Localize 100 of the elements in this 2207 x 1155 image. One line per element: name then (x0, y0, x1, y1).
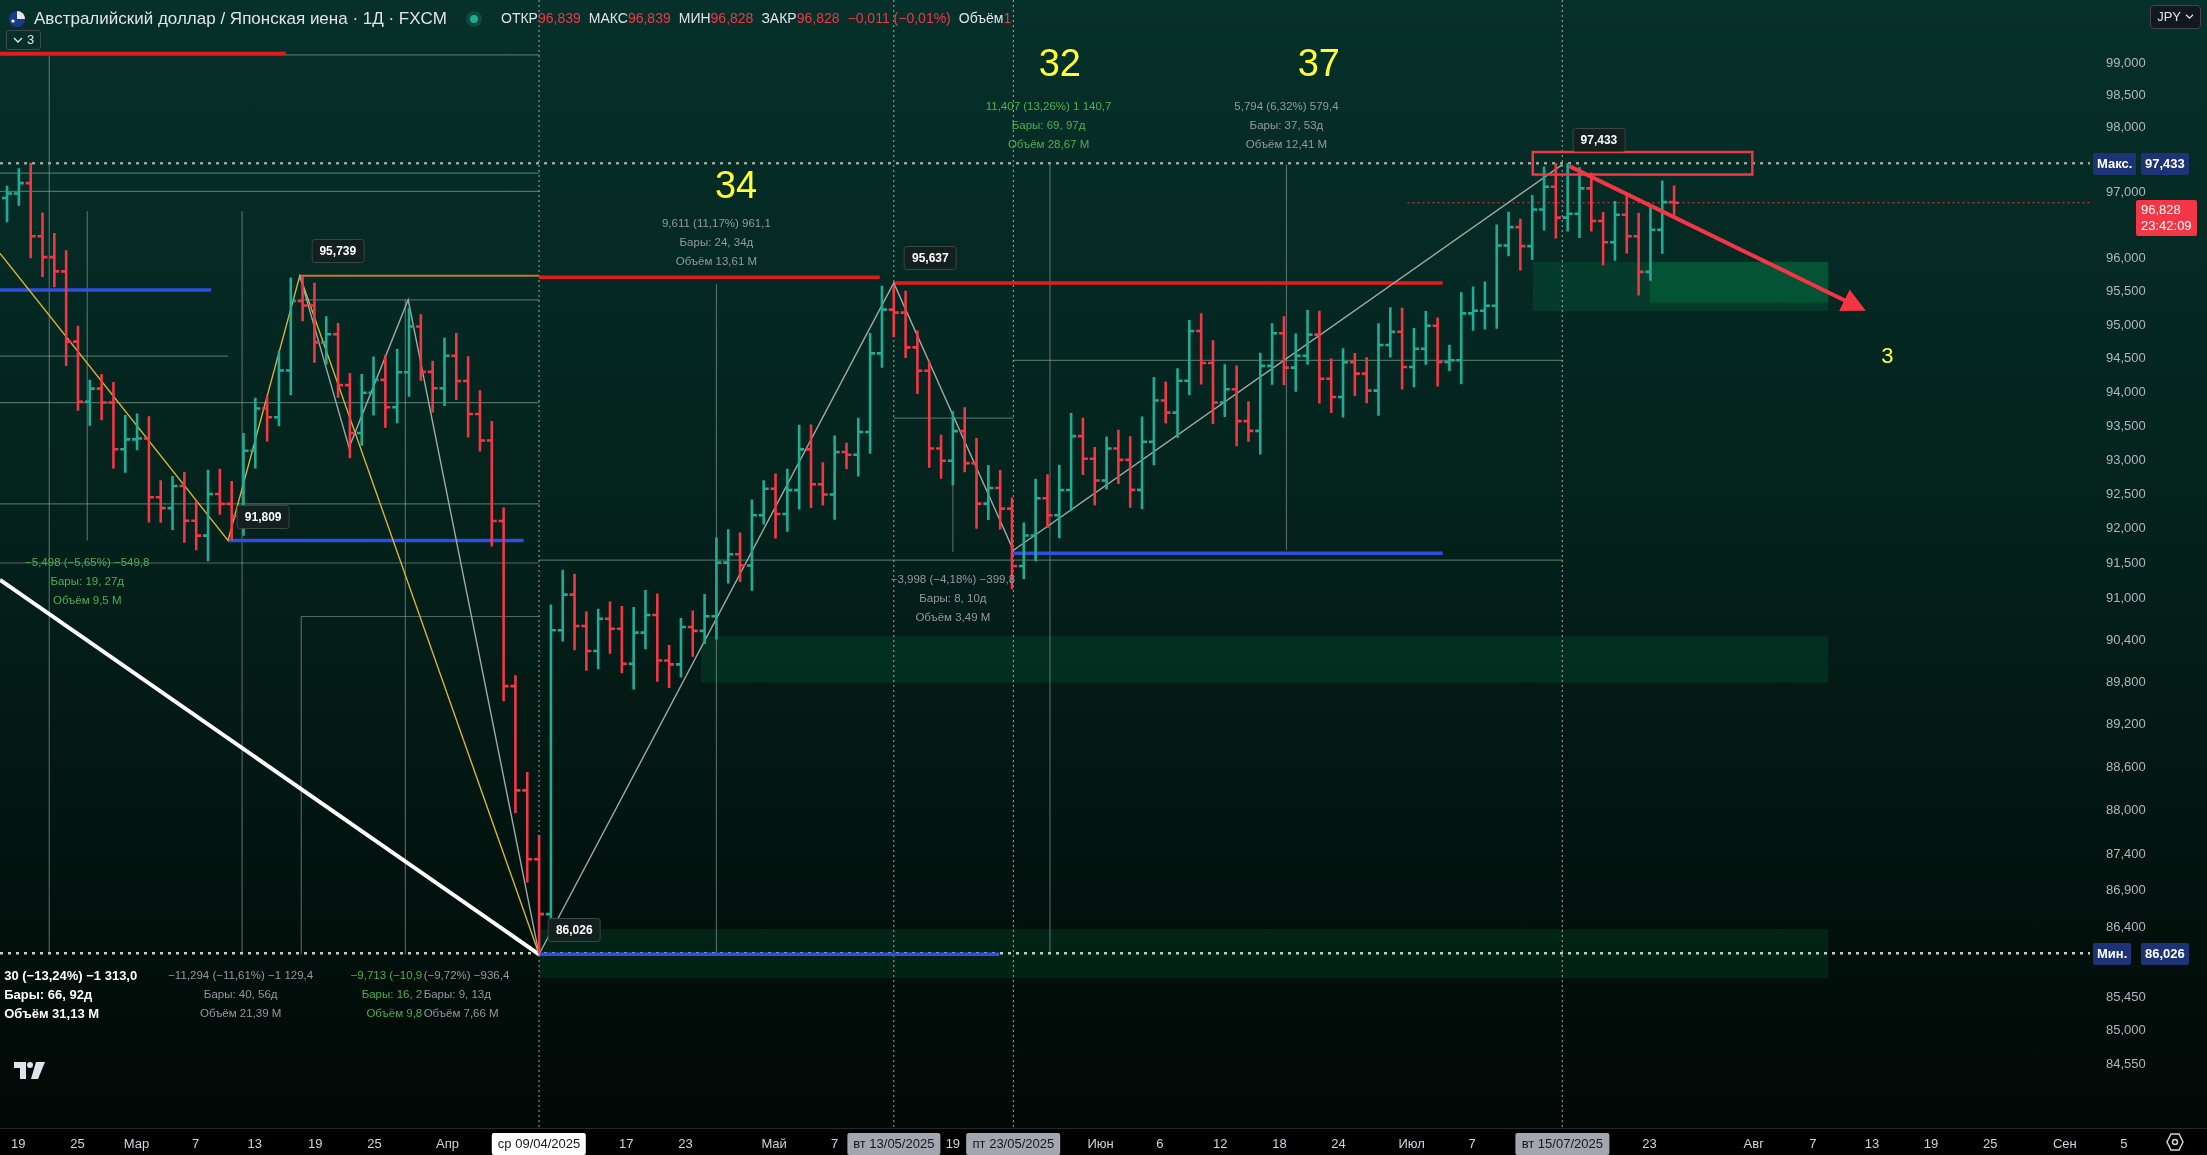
price-label: 95,637 (904, 246, 957, 271)
time-tick-label: Июн (1086, 1135, 1115, 1153)
time-tick-label: 19 (10, 1135, 27, 1153)
measurement-text: Бары: 66, 92д (4, 985, 93, 1004)
time-tick-label: 18 (1271, 1135, 1288, 1153)
price-label: 95,739 (311, 239, 365, 264)
measurement-text: Объём 31,13 M (4, 1004, 100, 1023)
measurement-text: Объём 9,5 M (52, 593, 122, 609)
price-change: −0,011 (−0,01%) (847, 9, 951, 29)
price-tick-label: 86,900 (2106, 881, 2146, 900)
currency-dropdown[interactable]: JPY (2150, 5, 2201, 29)
price-tick-label: 98,500 (2106, 86, 2146, 105)
price-tick-label: 94,000 (2106, 382, 2146, 401)
price-tick-label: 93,000 (2106, 450, 2146, 469)
measurement-text: −9,713 (−10,9 (350, 967, 423, 983)
price-tick-label: 88,000 (2106, 801, 2146, 820)
price-tick-label: 93,500 (2106, 416, 2146, 435)
time-tick-label: Май (760, 1135, 788, 1153)
measurement-text: 30 (−13,24%) −1 313,0 (4, 966, 138, 985)
time-tick-label: 7 (1467, 1135, 1477, 1153)
measurement-text: Бары: 16, 2 (361, 986, 423, 1002)
price-tick-label: 96,000 (2106, 249, 2146, 268)
time-tick-label: 13 (1863, 1135, 1881, 1153)
time-tick-label: 13 (246, 1135, 263, 1153)
price-tick-label: 91,500 (2106, 553, 2146, 572)
price-label: 91,809 (236, 505, 290, 530)
ohlc-label: МАКС (588, 9, 628, 29)
measurement-text: Объём 7,66 M (423, 1005, 499, 1021)
measurement-text: (−9,72%) −936,4 (423, 967, 510, 983)
measurement-text: Объём 28,67 M (1007, 137, 1090, 153)
wave-count-label: 32 (1038, 43, 1081, 82)
date-marker-label: вт 15/07/2025 (1515, 1133, 1609, 1155)
price-tick-label: 91,000 (2106, 588, 2146, 607)
measurement-text: Объём 12,41 M (1245, 137, 1328, 153)
volume-value: 1 (1003, 9, 1012, 29)
time-tick-label: 25 (69, 1135, 86, 1153)
time-tick-label: 25 (366, 1135, 383, 1153)
ohlc-label: ОТКР (501, 9, 538, 29)
price-tick-label: 92,000 (2106, 519, 2146, 538)
volume-label: Объём (958, 9, 1004, 29)
time-tick-label: 19 (1922, 1135, 1940, 1153)
time-tick-label: Апр (435, 1135, 461, 1153)
price-marker-value: 86,026 (2141, 943, 2189, 965)
price-tick-label: 99,000 (2106, 54, 2146, 72)
ohlc-value: 96,839 (537, 9, 581, 29)
measurement-text: Бары: 40, 56д (203, 986, 278, 1002)
measurement-text: Объём 13,61 M (675, 253, 758, 269)
price-tick-label: 84,550 (2106, 1055, 2146, 1073)
symbol-title: Австралийский доллар / Японская иена · 1Д · FXCM (34, 8, 447, 30)
time-tick-label: 23 (1641, 1135, 1658, 1153)
bar-countdown: 23:42:09 (2141, 217, 2192, 234)
price-tick-label: 98,000 (2106, 118, 2146, 137)
price-marker-label: Мин. (2093, 943, 2132, 965)
measurement-text: Объём 3,49 M (915, 610, 991, 626)
ohlc-value: 96,828 (710, 9, 754, 29)
price-tick-label: 86,400 (2106, 917, 2146, 936)
ohlc-label: МИН (678, 9, 711, 29)
time-tick-label: 7 (1808, 1135, 1818, 1153)
ohlc-value: 96,828 (796, 9, 840, 29)
ohlc-value: 96,839 (627, 9, 671, 29)
price-label: 86,026 (547, 917, 601, 942)
price-tick-label: 89,200 (2106, 715, 2146, 734)
wave-count-label: 3 (1881, 344, 1894, 367)
wave-count-label: 34 (714, 166, 758, 205)
wave-count-label: 37 (1297, 43, 1340, 82)
measurement-text: 11,407 (13,26%) 1 140,7 (985, 99, 1112, 115)
price-marker-label: Макс. (2093, 153, 2137, 175)
measurement-text: −5,498 (−5,65%) −549,8 (25, 555, 150, 571)
price-tick-label: 89,800 (2106, 672, 2146, 691)
date-marker-label: пт 23/05/2025 (966, 1133, 1061, 1155)
measurement-text: Бары: 69, 97д (1011, 118, 1086, 134)
measurement-text: Объём 21,39 M (200, 1005, 282, 1021)
time-tick-label: Авг (1742, 1135, 1765, 1153)
price-tick-label: 95,000 (2106, 315, 2146, 334)
price-tick-label: 94,500 (2106, 349, 2146, 368)
time-tick-label: 5 (2119, 1135, 2129, 1153)
measurement-text: Бары: 9, 13д (423, 986, 491, 1002)
time-tick-label: 19 (944, 1135, 962, 1153)
date-marker-label: вт 13/05/2025 (847, 1133, 941, 1155)
measurement-text: Бары: 24, 34д (679, 234, 754, 250)
price-label: 97,433 (1572, 127, 1626, 152)
price-tick-label: 90,400 (2106, 630, 2146, 649)
price-tick-label: 92,500 (2106, 484, 2146, 503)
cursor-date-label: ср 09/04/2025 (491, 1133, 587, 1155)
measurement-text: Бары: 19, 27д (50, 574, 125, 590)
price-tick-label: 85,450 (2106, 987, 2146, 1006)
price-marker-value: 97,433 (2141, 153, 2189, 175)
time-tick-label: 12 (1212, 1135, 1229, 1153)
time-tick-label: 24 (1330, 1135, 1347, 1153)
price-tick-label: 85,000 (2106, 1021, 2146, 1040)
measurement-text: 9,611 (11,17%) 961,1 (661, 215, 771, 231)
time-tick-label: 7 (830, 1135, 840, 1153)
time-tick-label: Мар (122, 1135, 151, 1153)
indicators-toggle-button[interactable]: 3 (6, 30, 42, 50)
price-tick-label: 95,500 (2106, 282, 2146, 301)
time-tick-label: Июл (1397, 1135, 1426, 1153)
time-tick-label: Сен (2051, 1135, 2078, 1153)
time-tick-label: 25 (1981, 1135, 1999, 1153)
price-tick-label: 87,400 (2106, 844, 2146, 863)
measurement-text: Бары: 8, 10д (919, 591, 987, 607)
